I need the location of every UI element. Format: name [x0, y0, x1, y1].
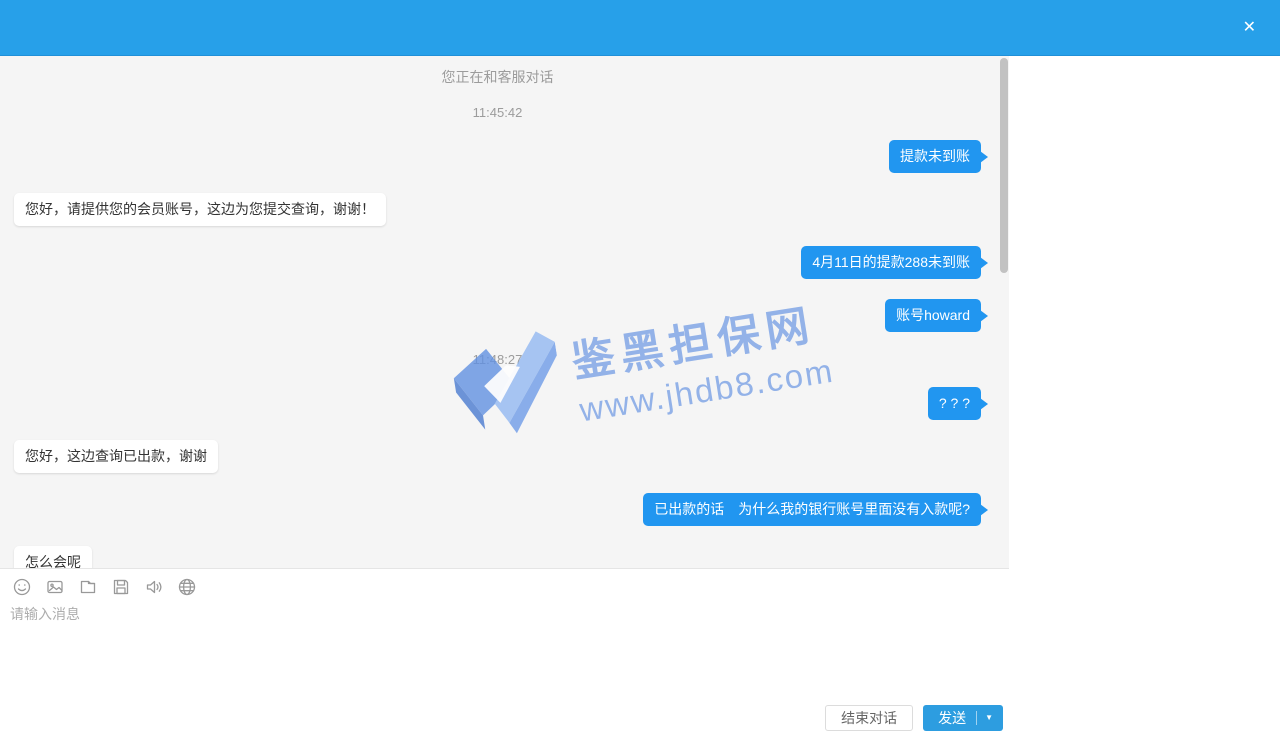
message-list: 您正在和客服对话 11:45:42 提款未到账您好，请提供您的会员账号，这边为您提交…: [0, 56, 1009, 568]
message-row: 4月11日的提款288未到账: [0, 246, 1009, 279]
incoming-message-bubble: 怎么会呢: [14, 546, 92, 568]
send-button[interactable]: 发送 ▼: [923, 705, 1003, 731]
message-row: 账号howard: [0, 299, 1009, 332]
timestamp: 11:45:42: [473, 105, 523, 120]
message-row: 您好，这边查询已出款，谢谢: [0, 440, 1009, 473]
emoji-icon[interactable]: [12, 577, 32, 597]
save-icon[interactable]: [111, 577, 131, 597]
file-icon[interactable]: [78, 577, 98, 597]
outgoing-message-bubble: 4月11日的提款288未到账: [801, 246, 981, 279]
message-row: 已出款的话 为什么我的银行账号里面没有入款呢?: [0, 493, 1009, 526]
outgoing-message-bubble: 提款未到账: [889, 140, 981, 173]
chevron-down-icon[interactable]: ▼: [985, 714, 993, 722]
composer: 结束对话 发送 ▼: [0, 568, 1009, 738]
outgoing-message-bubble: ? ? ?: [928, 387, 981, 420]
message-row: 11:48:27: [0, 352, 1009, 367]
composer-actions: 结束对话 发送 ▼: [825, 705, 1003, 731]
message-row: 提款未到账: [0, 140, 1009, 173]
scrollbar-thumb[interactable]: [1000, 58, 1008, 273]
send-button-divider: [976, 711, 977, 725]
composer-toolbar: [0, 569, 1009, 597]
side-panel: [1009, 56, 1280, 738]
sound-icon[interactable]: [144, 577, 164, 597]
image-icon[interactable]: [45, 577, 65, 597]
message-row: ? ? ?: [0, 387, 1009, 420]
chat-messages: 您正在和客服对话 11:45:42 提款未到账您好，请提供您的会员账号，这边为您提交…: [0, 56, 1009, 568]
message-row: 11:45:42: [0, 105, 1009, 120]
send-button-label: 发送: [938, 708, 966, 728]
end-chat-button[interactable]: 结束对话: [825, 705, 913, 731]
message-row: 您正在和客服对话: [0, 70, 1009, 85]
message-input[interactable]: [10, 604, 995, 684]
close-icon[interactable]: ✕: [1243, 19, 1256, 37]
chat-header: ✕: [0, 0, 1280, 56]
message-row: 怎么会呢: [0, 546, 1009, 568]
globe-icon[interactable]: [177, 577, 197, 597]
incoming-message-bubble: 您好，这边查询已出款，谢谢: [14, 440, 218, 473]
timestamp: 11:48:27: [473, 352, 523, 367]
outgoing-message-bubble: 已出款的话 为什么我的银行账号里面没有入款呢?: [643, 493, 981, 526]
incoming-message-bubble: 您好，请提供您的会员账号，这边为您提交查询，谢谢！: [14, 193, 386, 226]
system-notice: 您正在和客服对话: [442, 70, 554, 85]
message-row: 您好，请提供您的会员账号，这边为您提交查询，谢谢！: [0, 193, 1009, 226]
outgoing-message-bubble: 账号howard: [885, 299, 981, 332]
